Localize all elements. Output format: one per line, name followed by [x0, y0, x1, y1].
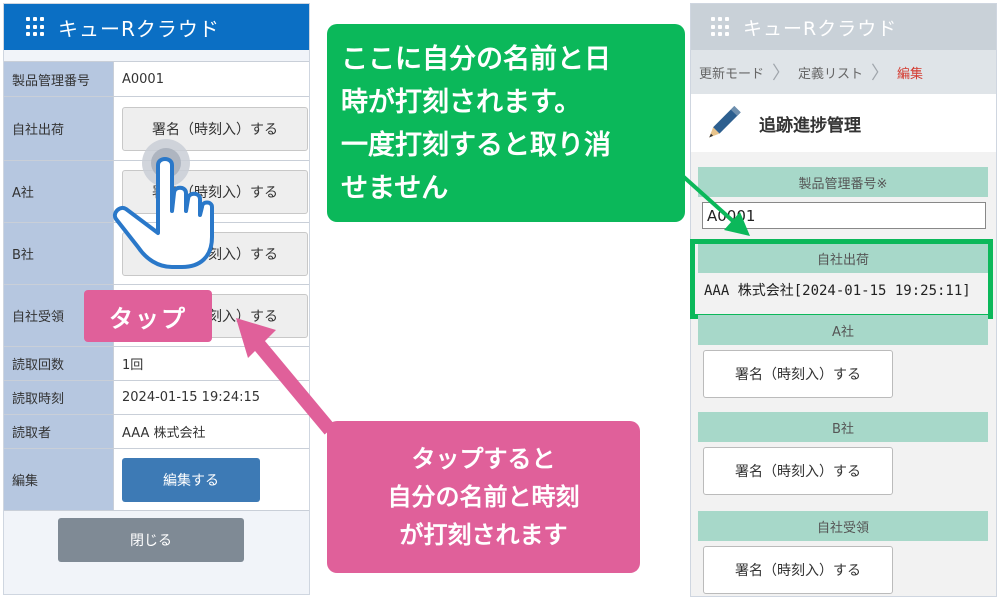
callout-line: せません	[341, 173, 449, 204]
callout-line: 時が打刻されます。	[341, 87, 582, 118]
callout-line: ここに自分の名前と日	[341, 44, 611, 75]
callout-line: 一度打刻すると取り消	[341, 130, 611, 161]
stamp-explanation-callout: ここに自分の名前と日 時が打刻されます。 一度打刻すると取り消 せません	[327, 24, 685, 222]
